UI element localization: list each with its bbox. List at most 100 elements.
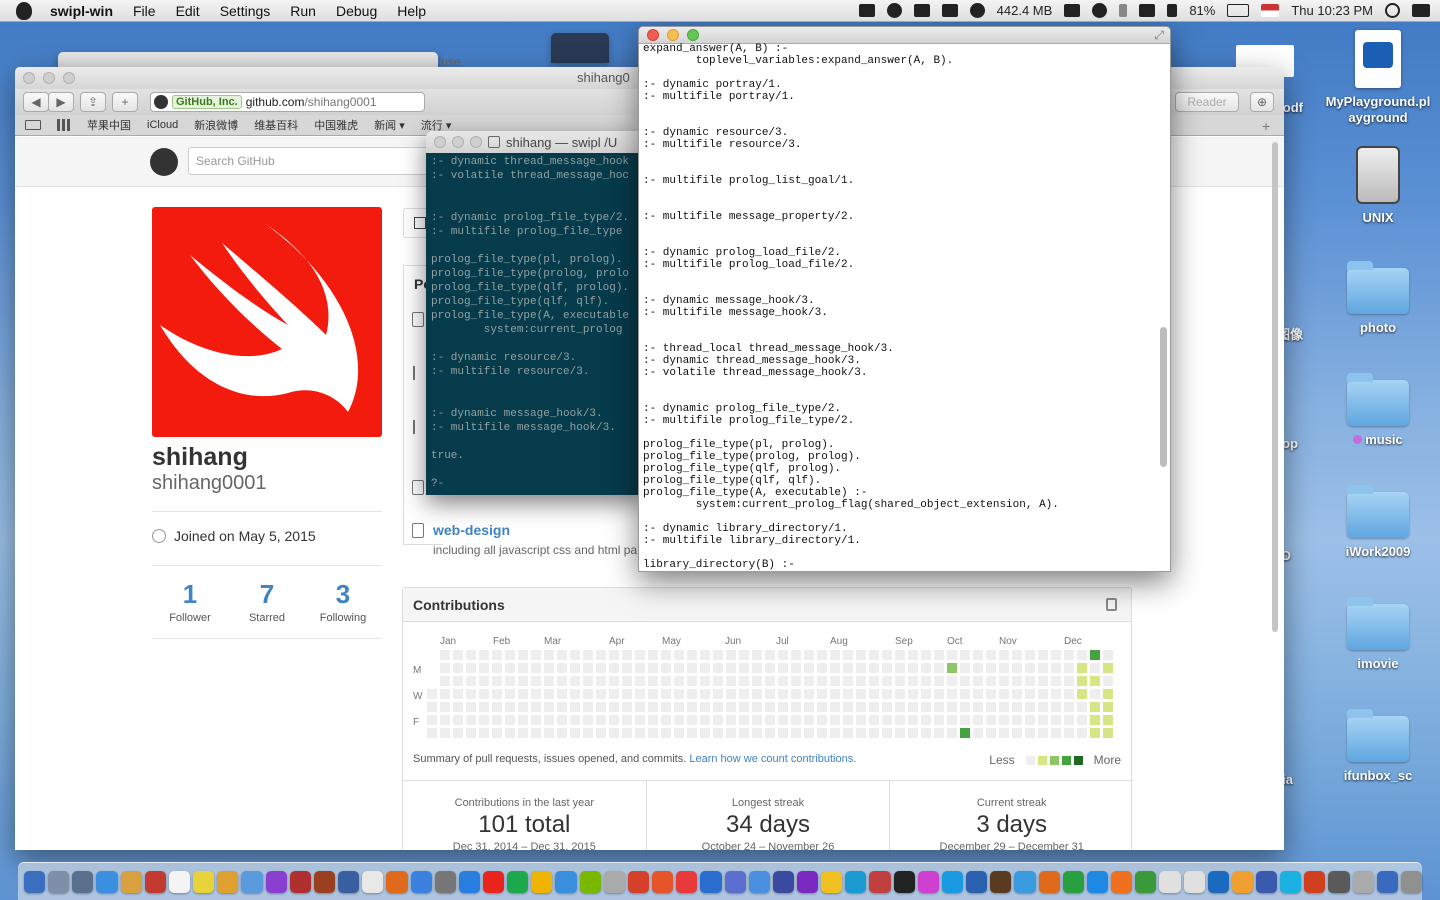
notification-center-icon[interactable] [1412,4,1430,17]
share-button[interactable]: ⇪ [80,92,106,112]
contribution-day[interactable] [1077,689,1087,699]
contribution-day[interactable] [687,676,697,686]
dock-app-icon[interactable] [531,870,553,893]
contribution-day[interactable] [921,728,931,738]
contribution-day[interactable] [908,715,918,725]
contribution-day[interactable] [921,689,931,699]
contribution-day[interactable] [518,650,528,660]
contribution-day[interactable] [544,663,554,673]
contribution-day[interactable] [830,715,840,725]
dock-app-icon[interactable] [1111,870,1133,893]
contribution-day[interactable] [843,702,853,712]
minimize-button[interactable] [452,136,464,148]
contribution-day[interactable] [739,715,749,725]
contribution-day[interactable] [960,728,970,738]
contribution-day[interactable] [973,650,983,660]
terminal-titlebar[interactable]: shihang — swipl /U [426,131,644,153]
contribution-day[interactable] [531,715,541,725]
menu-help[interactable]: Help [387,3,436,19]
contribution-day[interactable] [921,715,931,725]
contribution-day[interactable] [856,663,866,673]
contribution-day[interactable] [648,715,658,725]
dock-app-icon[interactable] [1400,870,1423,893]
contribution-day[interactable] [726,689,736,699]
dock-app-icon[interactable] [144,870,166,893]
dock-app-icon[interactable] [917,870,939,893]
contribution-day[interactable] [999,689,1009,699]
contribution-day[interactable] [856,650,866,660]
contribution-day[interactable] [1038,715,1048,725]
contribution-day[interactable] [622,689,632,699]
contribution-day[interactable] [1038,650,1048,660]
contribution-day[interactable] [934,702,944,712]
contribution-day[interactable] [661,728,671,738]
contribution-day[interactable] [934,663,944,673]
contribution-day[interactable] [726,676,736,686]
contribution-day[interactable] [986,689,996,699]
contribution-day[interactable] [1051,650,1061,660]
contribution-day[interactable] [882,689,892,699]
minimize-button[interactable] [667,29,679,41]
contribution-day[interactable] [453,702,463,712]
contribution-day[interactable] [648,676,658,686]
contribution-day[interactable] [609,663,619,673]
contribution-day[interactable] [440,728,450,738]
bookmark-item[interactable]: 新浪微博 [194,117,238,133]
contribution-day[interactable] [960,715,970,725]
contribution-day[interactable] [518,715,528,725]
contribution-day[interactable] [492,728,502,738]
contribution-day[interactable] [908,676,918,686]
contribution-day[interactable] [609,676,619,686]
contribution-day[interactable] [973,715,983,725]
contribution-day[interactable] [440,702,450,712]
contribution-day[interactable] [453,728,463,738]
bookmark-item[interactable]: iCloud [147,119,178,131]
contribution-day[interactable] [466,689,476,699]
contribution-day[interactable] [427,689,437,699]
contribution-day[interactable] [830,676,840,686]
contribution-day[interactable] [1012,650,1022,660]
contribution-day[interactable] [531,728,541,738]
bluetooth-icon[interactable] [1119,4,1128,17]
contribution-day[interactable] [869,715,879,725]
contribution-day[interactable] [934,676,944,686]
contribution-day[interactable] [1012,702,1022,712]
contribution-day[interactable] [1090,676,1100,686]
contribution-day[interactable] [934,715,944,725]
contribution-day[interactable] [778,702,788,712]
contribution-day[interactable] [674,689,684,699]
contribution-day[interactable] [1051,663,1061,673]
contribution-day[interactable] [804,728,814,738]
dock-app-icon[interactable] [603,870,625,893]
contribution-day[interactable] [934,689,944,699]
contribution-day[interactable] [726,715,736,725]
contribution-day[interactable] [791,715,801,725]
contribution-day[interactable] [609,715,619,725]
contribution-day[interactable] [1051,728,1061,738]
contribution-day[interactable] [869,663,879,673]
contribution-day[interactable] [830,702,840,712]
contribution-day[interactable] [479,663,489,673]
contribution-day[interactable] [986,663,996,673]
dock-app-icon[interactable] [748,870,770,893]
contribution-day[interactable] [479,702,489,712]
contribution-day[interactable] [1103,663,1113,673]
contribution-day[interactable] [1038,663,1048,673]
contribution-day[interactable] [1025,728,1035,738]
contribution-day[interactable] [947,663,957,673]
contribution-day[interactable] [765,689,775,699]
contribution-day[interactable] [791,663,801,673]
contribution-day[interactable] [518,728,528,738]
avatar[interactable] [152,207,382,437]
background-window-thumb[interactable] [551,33,609,63]
contribution-day[interactable] [817,728,827,738]
swipl-console-output[interactable]: expand_answer(A, B) :- toplevel_variable… [639,43,1063,571]
dock-app-icon[interactable] [1231,870,1253,893]
contribution-day[interactable] [752,715,762,725]
contribution-day[interactable] [791,689,801,699]
desktop-icon-myplayground[interactable]: MyPlayground.playground [1323,30,1433,126]
contribution-day[interactable] [869,650,879,660]
contribution-day[interactable] [648,650,658,660]
contribution-day[interactable] [557,715,567,725]
dock-app-icon[interactable] [1159,870,1181,893]
